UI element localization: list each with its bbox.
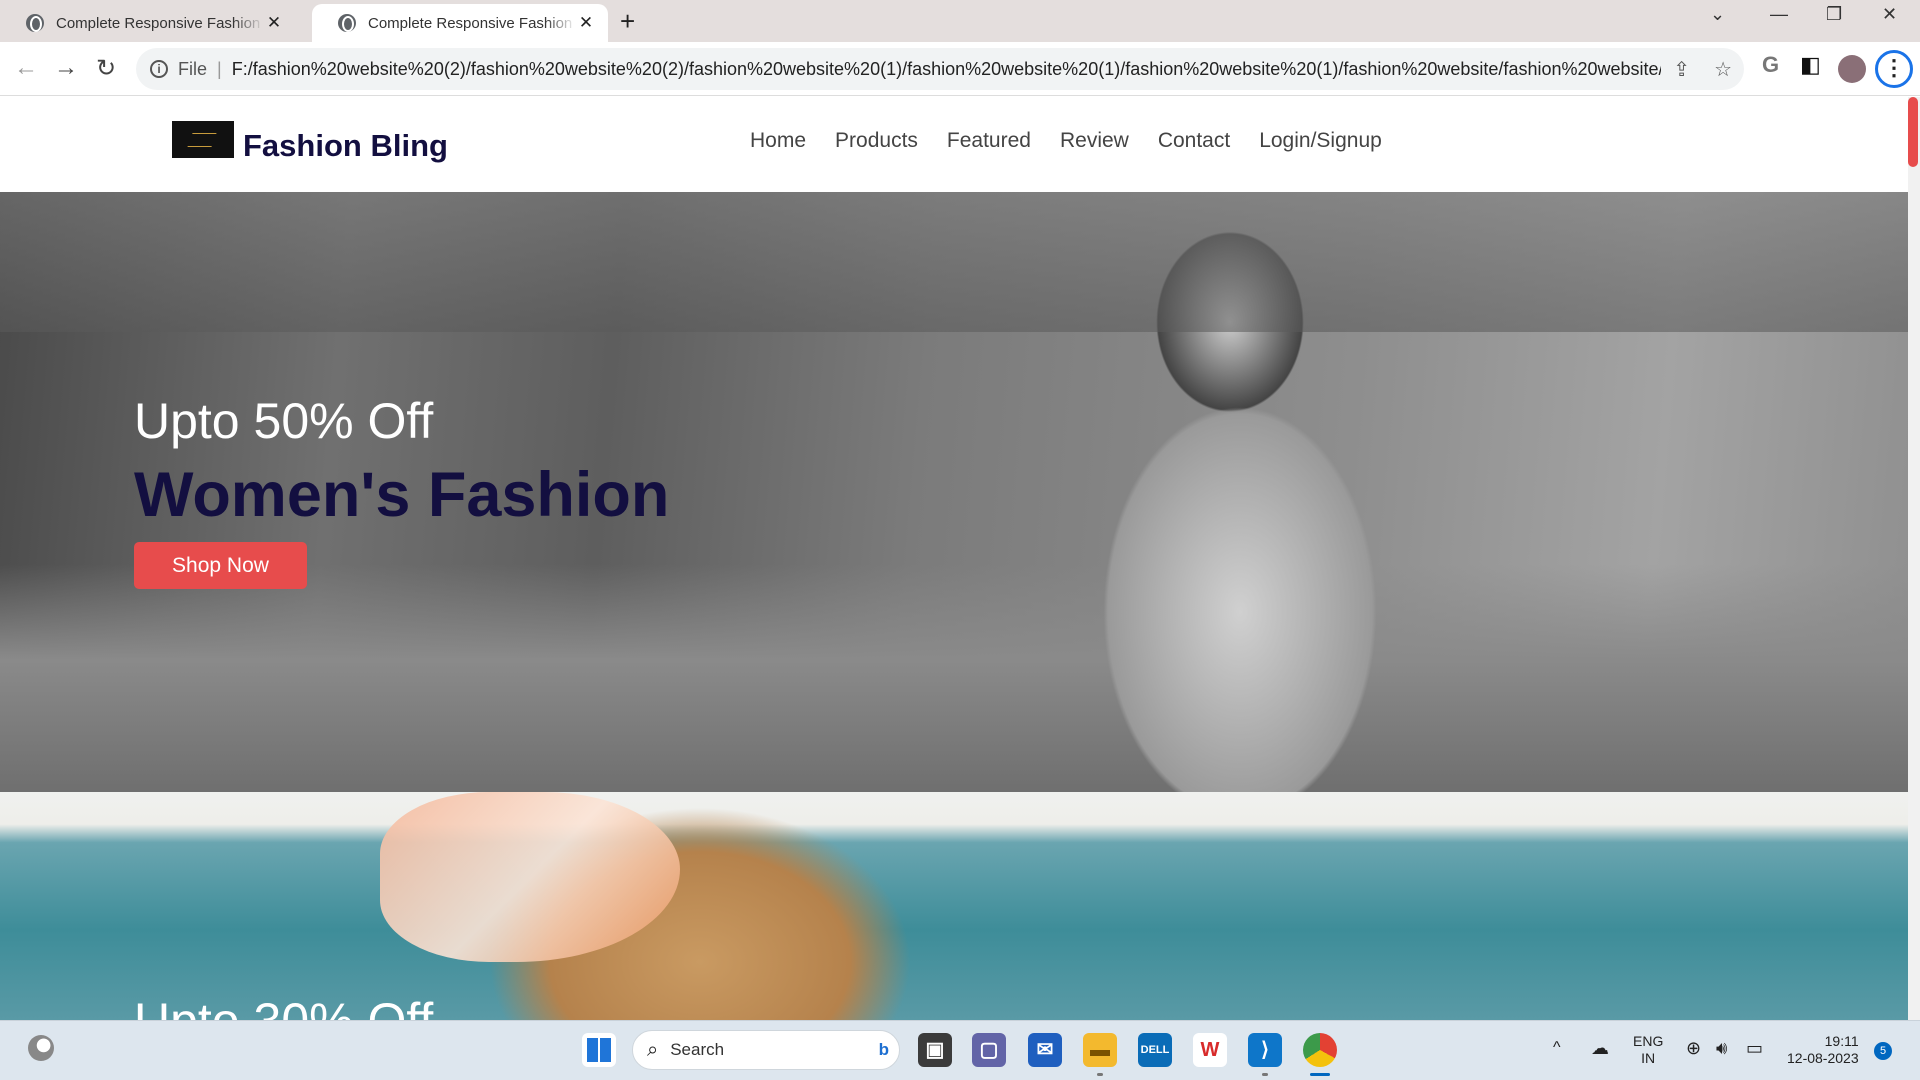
nav-home[interactable]: Home <box>750 129 806 153</box>
bookmark-star-icon[interactable]: ☆ <box>1714 57 1732 82</box>
hero-background-image <box>0 192 1908 332</box>
vscode-icon[interactable]: ⟩ <box>1248 1033 1282 1067</box>
url-text[interactable]: F:/fashion%20website%20(2)/fashion%20web… <box>232 59 1662 80</box>
running-indicator <box>1262 1073 1268 1076</box>
clock-date: 12-08-2023 <box>1787 1050 1859 1066</box>
hero-slide-womens: Upto 50% Off Women's Fashion Shop Now <box>0 192 1908 792</box>
tab-title: Complete Responsive Fashion We <box>56 14 264 32</box>
address-bar[interactable]: i File | F:/fashion%20website%20(2)/fash… <box>136 48 1744 90</box>
brand-name[interactable]: Fashion Bling <box>243 128 448 164</box>
chrome-icon[interactable] <box>1303 1033 1337 1067</box>
nav-login-signup[interactable]: Login/Signup <box>1259 129 1382 153</box>
info-icon[interactable]: i <box>150 60 168 78</box>
dell-icon[interactable]: DELL <box>1138 1033 1172 1067</box>
bing-icon[interactable]: b <box>879 1040 889 1060</box>
share-icon[interactable]: ⇪ <box>1673 57 1690 82</box>
show-hidden-icons[interactable]: ^ <box>1553 1039 1561 1057</box>
globe-icon <box>338 14 356 32</box>
new-tab-button[interactable]: + <box>620 6 635 37</box>
start-icon[interactable] <box>582 1033 616 1067</box>
active-indicator <box>1310 1073 1330 1076</box>
chrome-menu-icon[interactable]: ⋮ <box>1875 50 1913 88</box>
running-indicator <box>1097 1073 1103 1076</box>
minimize-button[interactable]: — <box>1770 4 1788 25</box>
mail-icon[interactable]: ✉ <box>1028 1033 1062 1067</box>
close-tab-icon[interactable]: ✕ <box>264 13 284 33</box>
back-icon[interactable]: ← <box>14 54 38 82</box>
nav-featured[interactable]: Featured <box>947 129 1031 153</box>
windows-taskbar: ⌕ Search b ▣ ▢ ✉ ▬ DELL W ⟩ ^ ☁ ENG IN ⊕… <box>0 1020 1920 1080</box>
clock[interactable]: 19:11 12-08-2023 <box>1787 1033 1859 1067</box>
weather-icon[interactable] <box>28 1035 54 1061</box>
search-label: Search <box>670 1040 725 1059</box>
teams-chat-icon[interactable]: ▢ <box>972 1033 1006 1067</box>
search-icon: ⌕ <box>647 1038 659 1061</box>
close-tab-icon[interactable]: ✕ <box>576 13 596 33</box>
hero2-discount-text: Upto 30% Off <box>134 992 433 1020</box>
taskbar-search[interactable]: ⌕ Search b <box>632 1030 900 1070</box>
nav-review[interactable]: Review <box>1060 129 1129 153</box>
restore-button[interactable]: ❐ <box>1826 4 1842 25</box>
volume-icon[interactable]: 🔊︎ <box>1716 1038 1727 1059</box>
tab-search-icon[interactable]: ⌄ <box>1710 4 1725 25</box>
side-panel-icon[interactable]: ◧ <box>1800 52 1821 78</box>
reload-icon[interactable]: ↻ <box>96 54 116 83</box>
forward-icon[interactable]: → <box>54 54 78 82</box>
language-code: ENG <box>1633 1033 1664 1049</box>
battery-icon[interactable]: ▭ <box>1746 1038 1763 1059</box>
nav-products[interactable]: Products <box>835 129 918 153</box>
globe-icon <box>26 14 44 32</box>
profile-avatar[interactable] <box>1838 55 1866 83</box>
page-scrollbar[interactable] <box>1908 97 1920 1020</box>
notification-badge[interactable]: 5 <box>1874 1042 1892 1060</box>
site-header: Fashion Bling Home Products Featured Rev… <box>0 97 1908 192</box>
region-code: IN <box>1641 1050 1656 1066</box>
network-icon[interactable]: ⊕ <box>1686 1038 1701 1059</box>
url-separator: | <box>217 58 222 79</box>
tab-strip: Complete Responsive Fashion We ✕ Complet… <box>0 0 1920 42</box>
browser-toolbar: ← → ↻ i File | F:/fashion%20website%20(2… <box>0 42 1920 96</box>
file-explorer-icon[interactable]: ▬ <box>1083 1033 1117 1067</box>
shop-now-button[interactable]: Shop Now <box>134 542 307 589</box>
google-icon[interactable]: G <box>1762 52 1779 78</box>
web-page: Fashion Bling Home Products Featured Rev… <box>0 97 1908 1020</box>
clock-time: 19:11 <box>1824 1033 1859 1049</box>
nav-contact[interactable]: Contact <box>1158 129 1230 153</box>
task-view-icon[interactable]: ▣ <box>918 1033 952 1067</box>
scrollbar-thumb[interactable] <box>1908 97 1918 167</box>
hero-discount-text: Upto 50% Off <box>134 393 434 449</box>
onedrive-icon[interactable]: ☁ <box>1591 1038 1609 1059</box>
hero-slide-second: Upto 30% Off <box>0 792 1908 1020</box>
browser-tab-1[interactable]: Complete Responsive Fashion We ✕ <box>0 4 296 42</box>
hero2-background-image <box>380 792 680 962</box>
tab-title: Complete Responsive Fashion We <box>368 14 576 32</box>
language-indicator[interactable]: ENG IN <box>1633 1033 1663 1067</box>
main-nav: Home Products Featured Review Contact Lo… <box>750 129 1382 153</box>
wps-office-icon[interactable]: W <box>1193 1033 1227 1067</box>
hero-title: Women's Fashion <box>134 460 670 530</box>
logo-image[interactable] <box>172 121 234 158</box>
url-scheme: File <box>178 58 208 79</box>
browser-tab-2[interactable]: Complete Responsive Fashion We ✕ <box>312 4 608 42</box>
close-window-button[interactable]: ✕ <box>1882 4 1897 25</box>
